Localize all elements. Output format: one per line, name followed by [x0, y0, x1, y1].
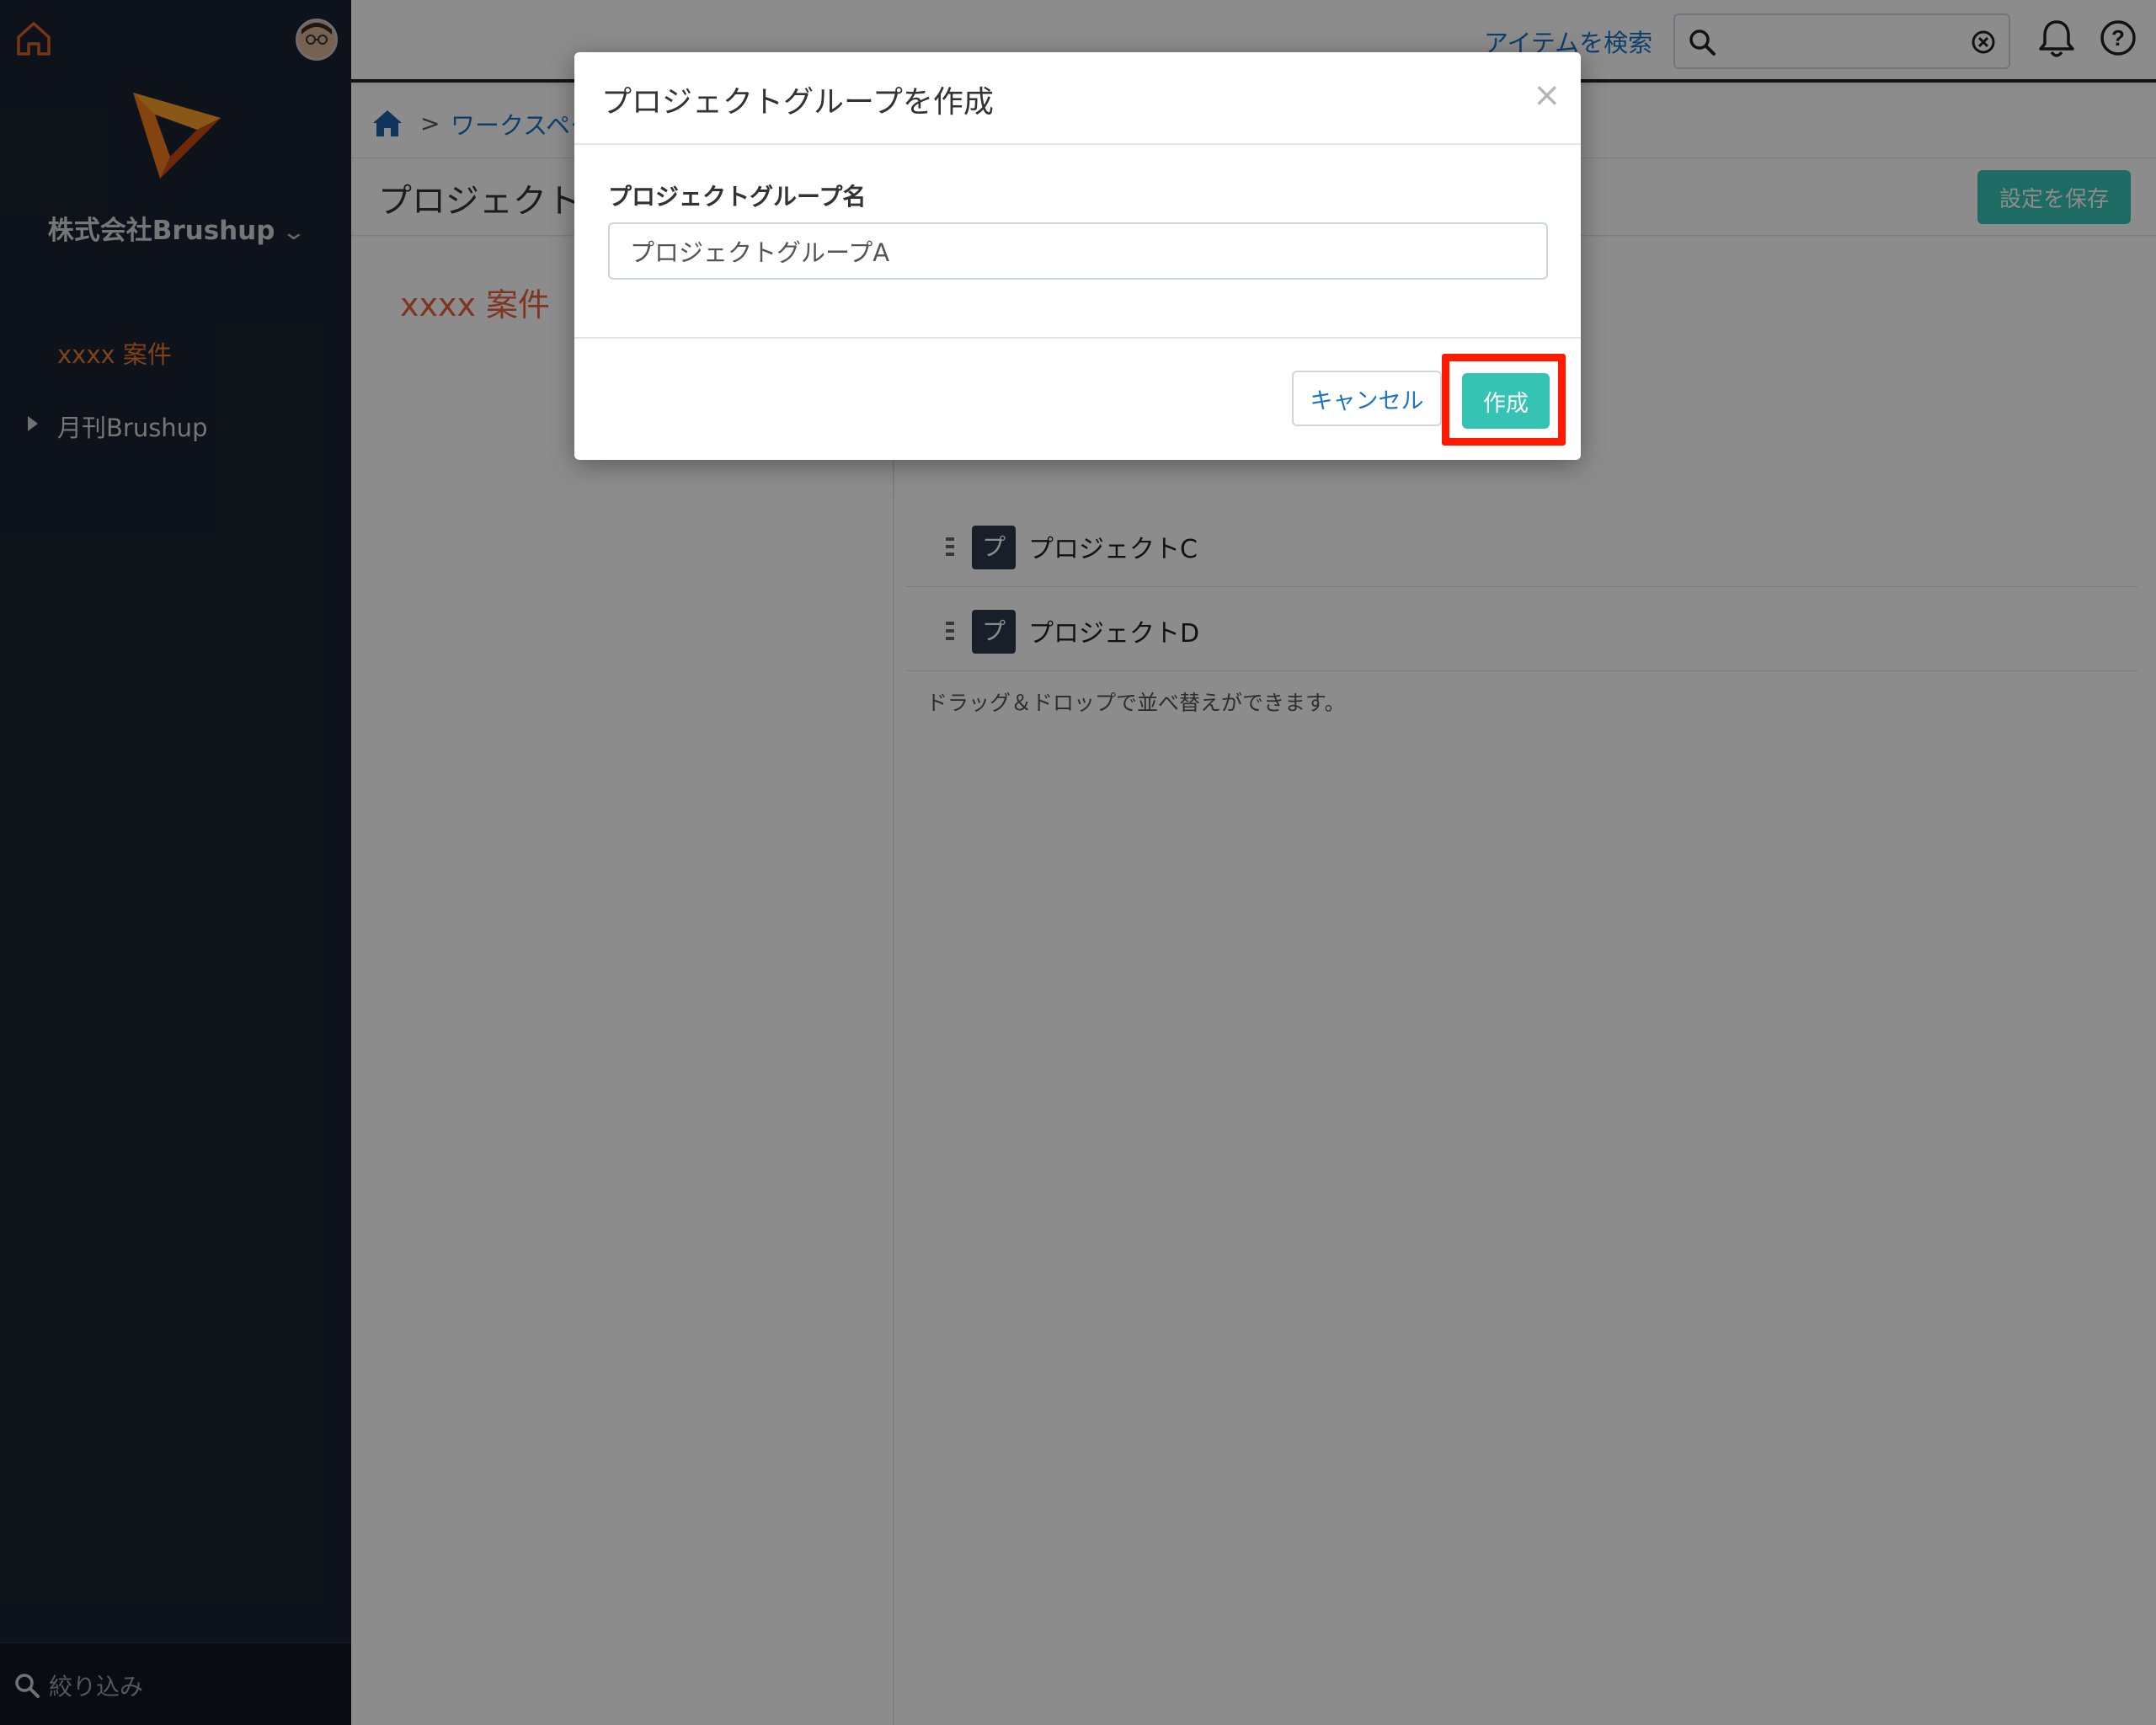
group-name-input[interactable] [608, 222, 1548, 280]
group-name-label: プロジェクトグループ名 [608, 183, 867, 211]
close-icon[interactable]: × [1533, 76, 1561, 115]
create-project-group-dialog: プロジェクトグループを作成 × プロジェクトグループ名 キャンセル 作成 [574, 52, 1581, 460]
dialog-header: プロジェクトグループを作成 × [574, 52, 1581, 145]
dialog-title: プロジェクトグループを作成 [601, 85, 994, 120]
dialog-footer: キャンセル [574, 337, 1581, 460]
create-button[interactable]: 作成 [1462, 373, 1550, 429]
cancel-button[interactable]: キャンセル [1292, 371, 1442, 426]
